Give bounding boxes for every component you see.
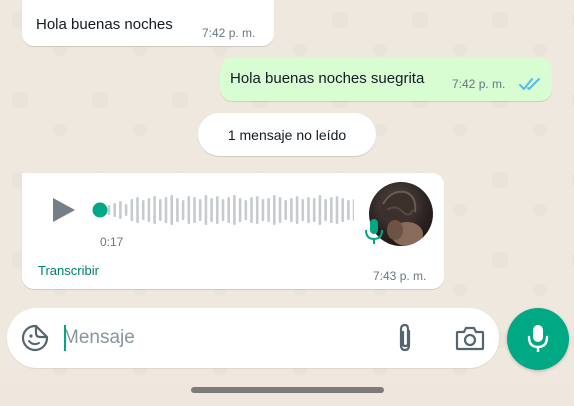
message-composer: [7, 308, 499, 368]
waveform-bar: [324, 199, 327, 221]
waveform-bar: [261, 199, 265, 221]
waveform-bar: [170, 195, 173, 225]
waveform-bar: [307, 197, 310, 223]
waveform-bar: [210, 198, 213, 222]
mic-icon: [527, 325, 549, 352]
message-text: Hola buenas noches: [36, 16, 173, 33]
voice-duration: 0:17: [100, 235, 124, 249]
sticker-icon[interactable]: [21, 324, 49, 352]
message-time: 7:42 p. m.: [202, 26, 256, 40]
unread-messages-banner: 1 mensaje no leído: [198, 113, 376, 156]
waveform-bar: [312, 198, 316, 222]
playback-scrubber[interactable]: [92, 202, 108, 218]
text-caret: [64, 325, 66, 351]
waveform-bar: [250, 197, 253, 223]
waveform-bar: [124, 204, 128, 216]
waveform-bar: [352, 199, 354, 221]
waveform-bar: [255, 196, 259, 224]
waveform-bar: [341, 198, 344, 222]
waveform-bar: [290, 198, 293, 222]
waveform-bar: [113, 203, 116, 217]
waveform-bar: [198, 199, 202, 221]
voice-message-bubble[interactable]: 0:17 Transcribir 7:43 p. m.: [22, 173, 444, 289]
waveform-bar: [347, 200, 350, 220]
voice-record-button[interactable]: [507, 308, 569, 370]
waveform-bar: [278, 197, 282, 223]
waveform-bar: [238, 198, 242, 222]
message-time: 7:43 p. m.: [373, 269, 427, 283]
waveform-bar: [216, 196, 219, 224]
message-bubble-incoming[interactable]: Hola buenas noches 7:42 p. m.: [22, 0, 274, 46]
waveform-bar: [147, 198, 151, 222]
waveform-bar: [136, 197, 139, 223]
message-bubble-outgoing[interactable]: Hola buenas noches suegrita 7:42 p. m.: [220, 58, 552, 101]
voice-waveform[interactable]: [92, 192, 354, 228]
waveform-bar: [176, 198, 179, 222]
waveform-bar: [107, 205, 111, 215]
waveform-bar: [318, 195, 322, 225]
paperclip-icon[interactable]: [393, 322, 417, 354]
waveform-bar: [193, 197, 196, 223]
waveform-bar: [130, 199, 134, 221]
waveform-bar: [204, 195, 208, 225]
waveform-bar: [153, 196, 156, 224]
mic-icon: [365, 219, 383, 244]
waveform-bar: [181, 200, 185, 220]
system-navigation-bar: [0, 378, 574, 406]
waveform-bar: [187, 196, 191, 224]
play-icon[interactable]: [48, 195, 78, 225]
waveform-bar: [227, 197, 230, 223]
waveform-bar: [301, 199, 305, 221]
message-input[interactable]: [63, 322, 373, 354]
waveform-bar: [335, 196, 339, 224]
waveform-bar: [141, 200, 145, 220]
waveform-bar: [273, 195, 276, 225]
camera-icon[interactable]: [455, 325, 485, 351]
waveform-bar: [295, 196, 299, 224]
waveform-bar: [244, 200, 248, 220]
double-check-icon: [519, 78, 540, 90]
waveform-bar: [233, 195, 236, 225]
waveform-bar: [119, 201, 122, 219]
transcribe-button[interactable]: Transcribir: [38, 263, 99, 278]
waveform-bar: [284, 200, 287, 220]
message-text: Hola buenas noches suegrita: [230, 70, 425, 87]
home-gesture-handle[interactable]: [191, 387, 384, 393]
message-time: 7:42 p. m.: [452, 77, 506, 91]
waveform-bar: [164, 197, 168, 223]
waveform-bar: [221, 199, 225, 221]
waveform-bar: [330, 197, 333, 223]
waveform-bar: [267, 198, 270, 222]
waveform-bar: [159, 199, 162, 221]
